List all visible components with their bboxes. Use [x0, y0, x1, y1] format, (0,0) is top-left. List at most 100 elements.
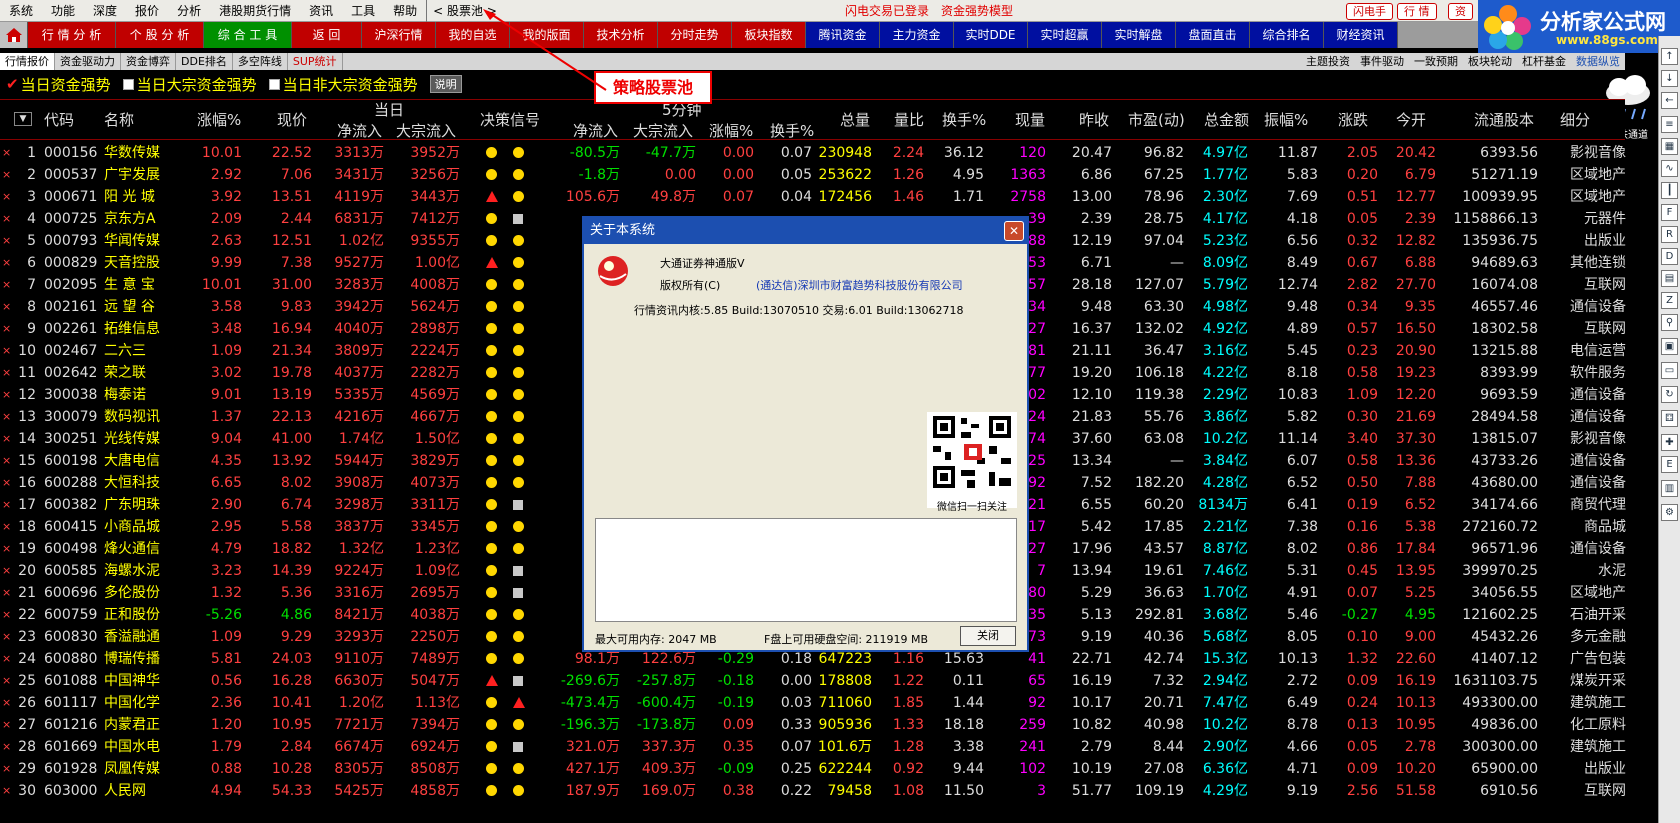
candle-icon[interactable]: ┃ — [1661, 182, 1678, 199]
table-row[interactable]: 28 601669 中国水电 × 1.79 2.84 6674万 6924万 321.0万 337… — [0, 736, 1626, 758]
chart-icon[interactable]: ▤ — [1661, 270, 1678, 287]
calendar-icon[interactable]: ▥ — [1661, 480, 1678, 497]
tb-button[interactable]: 综 合 工 具 — [204, 22, 292, 48]
tb-button[interactable]: 财经资讯 — [1324, 22, 1398, 48]
table-row[interactable]: 30 603000 人民网 × 4.94 54.33 5425万 4858万 187.9万 169… — [0, 780, 1626, 802]
link-event[interactable]: 事件驱动 — [1355, 53, 1409, 70]
link-leverage[interactable]: 杠杆基金 — [1517, 53, 1571, 70]
sort-menu-icon[interactable]: ▼ — [14, 112, 32, 126]
tb-button[interactable]: 板块指数 — [732, 22, 806, 48]
col-5m-change[interactable]: 涨幅% — [709, 120, 753, 141]
zoom-icon[interactable]: ⚲ — [1661, 314, 1678, 331]
tb-button[interactable]: 行 情 分 析 — [28, 22, 116, 48]
refresh-icon[interactable]: ↻ — [1661, 386, 1678, 403]
col-change[interactable]: 涨跌 — [1338, 109, 1368, 130]
tb-button[interactable]: 沪深行情 — [362, 22, 436, 48]
tab-bull-bear[interactable]: 多空阵线 — [233, 53, 288, 70]
col-sector[interactable]: 细分 — [1560, 109, 1590, 130]
col-net-inflow[interactable]: 净流入 — [337, 120, 382, 141]
col-float-shares[interactable]: 流通股本 — [1474, 109, 1534, 130]
info-button[interactable]: 资 — [1448, 3, 1473, 20]
menu-item[interactable]: 深度 — [84, 0, 126, 22]
col-amplitude[interactable]: 振幅% — [1264, 109, 1308, 130]
col-price[interactable]: 现价 — [277, 109, 307, 130]
col-volume[interactable]: 总量 — [840, 109, 870, 130]
tb-button[interactable]: 实时DDE — [954, 22, 1028, 48]
filter-nonblock-strong[interactable]: 当日非大宗资金强势 — [268, 74, 418, 95]
menu-item[interactable]: 港股期货行情 — [210, 0, 300, 22]
col-pe[interactable]: 市盈(动) — [1128, 109, 1185, 130]
col-5m-turnover[interactable]: 换手% — [770, 120, 814, 141]
explain-button[interactable]: 说明 — [429, 75, 462, 93]
tb-button[interactable]: 分时走势 — [658, 22, 732, 48]
filter-today-strong[interactable]: ✔ 当日资金强势 — [0, 74, 111, 95]
menu-item[interactable]: 资讯 — [300, 0, 342, 22]
col-turnover[interactable]: 换手% — [942, 109, 986, 130]
menu-item[interactable]: 帮助 — [384, 0, 426, 22]
menu-item[interactable]: 系统 — [0, 0, 42, 22]
dice-icon[interactable]: ⚃ — [1661, 410, 1678, 427]
col-5m-net[interactable]: 净流入 — [573, 120, 618, 141]
tab-fund-drive[interactable]: 资金驱动力 — [55, 53, 121, 70]
col-vol-ratio[interactable]: 量比 — [894, 109, 924, 130]
menu-item[interactable]: 功能 — [42, 0, 84, 22]
tb-button[interactable]: 返 回 — [292, 22, 362, 48]
etf-icon[interactable]: E — [1661, 456, 1678, 473]
fz-icon[interactable]: Z — [1661, 292, 1678, 309]
table-row[interactable]: 29 601928 凤凰传媒 × 0.88 10.28 8305万 8508万 427.1万 40… — [0, 758, 1626, 780]
home-button[interactable] — [0, 22, 28, 48]
tab-fund-game[interactable]: 资金博弈 — [121, 53, 176, 70]
col-change-pct[interactable]: 涨幅% — [197, 109, 241, 130]
table-row[interactable]: 27 601216 内蒙君正 × 1.20 10.95 7721万 7394万 -196.3万 -… — [0, 714, 1626, 736]
table-row[interactable]: 1 000156 华数传媒 × 10.01 22.52 3313万 3952万 -80.5万 -4… — [0, 142, 1626, 164]
arrow-up-icon[interactable]: ↑ — [1661, 48, 1678, 65]
document-icon[interactable]: D — [1661, 248, 1678, 265]
link-theme[interactable]: 主题投资 — [1301, 53, 1355, 70]
tb-button[interactable]: 实时超赢 — [1028, 22, 1102, 48]
tab-quote[interactable]: 行情报价 — [0, 53, 55, 70]
tab-sup-stats[interactable]: SUP统计 — [288, 53, 343, 70]
bookmark-icon[interactable]: ▣ — [1661, 338, 1678, 355]
link-rotation[interactable]: 板块轮动 — [1463, 53, 1517, 70]
tb-button[interactable]: 主力资金 — [880, 22, 954, 48]
close-button[interactable]: 关闭 — [960, 626, 1016, 646]
f10-icon[interactable]: F — [1661, 204, 1678, 221]
arrow-down-icon[interactable]: ↓ — [1661, 70, 1678, 87]
table-row[interactable]: 3 000671 阳 光 城 × 3.92 13.51 4119万 3443万 105.6万 49… — [0, 186, 1626, 208]
menu-item[interactable]: 工具 — [342, 0, 384, 22]
tb-button[interactable]: 个 股 分 析 — [116, 22, 204, 48]
link-consensus[interactable]: 一致预期 — [1409, 53, 1463, 70]
tab-dde-rank[interactable]: DDE排名 — [176, 53, 233, 70]
list-icon[interactable]: ≡ — [1661, 116, 1678, 133]
col-cur-volume[interactable]: 现量 — [1015, 109, 1045, 130]
table-row[interactable]: 26 601117 中国化学 × 2.36 10.41 1.20亿 1.13亿 -473.4万 -… — [0, 692, 1626, 714]
tb-button[interactable]: 盘面直击 — [1176, 22, 1250, 48]
checkbox[interactable] — [122, 78, 134, 90]
col-amount[interactable]: 总金额 — [1204, 109, 1249, 130]
table-row[interactable]: 25 601088 中国神华 × 0.56 16.28 6630万 5047万 -269.6万 -… — [0, 670, 1626, 692]
menu-item[interactable]: 报价 — [126, 0, 168, 22]
copyright-company[interactable]: (通达信)深圳市财富趋势科技股份有限公司 — [756, 277, 963, 293]
report-icon[interactable]: R — [1661, 226, 1678, 243]
col-5m-block[interactable]: 大宗流入 — [633, 120, 693, 141]
menu-item[interactable]: 分析 — [168, 0, 210, 22]
arrow-left-icon[interactable]: ← — [1661, 92, 1678, 109]
puzzle-icon[interactable]: ✚ — [1661, 434, 1678, 451]
checkbox[interactable] — [268, 78, 280, 90]
filter-block-strong[interactable]: 当日大宗资金强势 — [122, 74, 257, 95]
tb-button[interactable]: 腾讯资金 — [806, 22, 880, 48]
close-icon[interactable]: ✕ — [1004, 221, 1024, 241]
tb-button[interactable]: 实时解盘 — [1102, 22, 1176, 48]
settings-icon[interactable]: ⚙ — [1661, 504, 1678, 521]
col-name[interactable]: 名称 — [104, 109, 134, 130]
line-chart-icon[interactable]: ∿ — [1661, 160, 1678, 177]
quote-button[interactable]: 行 情 — [1397, 3, 1437, 20]
grid-icon[interactable]: ▦ — [1661, 138, 1678, 155]
tb-button[interactable]: 综合排名 — [1250, 22, 1324, 48]
col-open[interactable]: 今开 — [1396, 109, 1426, 130]
folder-icon[interactable]: ▭ — [1661, 362, 1678, 379]
link-data[interactable]: 数据纵览 — [1571, 53, 1625, 70]
flash-trade-button[interactable]: 闪电手 — [1346, 3, 1393, 20]
col-block-inflow[interactable]: 大宗流入 — [396, 120, 456, 141]
table-row[interactable]: 2 000537 广宇发展 × 2.92 7.06 3431万 3256万 -1.8万 0.00 0… — [0, 164, 1626, 186]
